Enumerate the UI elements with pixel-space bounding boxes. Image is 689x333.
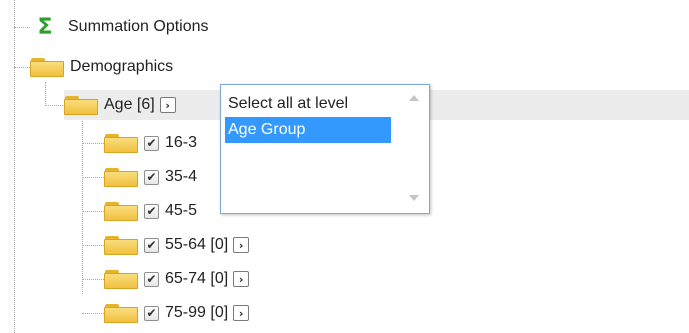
tree-node-age-group[interactable]: ✔ 45-5 — [104, 196, 197, 226]
folder-icon — [104, 269, 138, 289]
tree-connector-age-group-6 — [82, 313, 104, 314]
tree-connector-root — [14, 0, 15, 333]
sigma-icon: Σ — [37, 14, 53, 40]
folder-icon — [30, 57, 64, 77]
tree-node-age-group[interactable]: ✔ 16-3 — [104, 128, 197, 158]
age-group-label: 75-99 [0] — [165, 304, 229, 321]
option-age-group[interactable]: Age Group — [225, 117, 391, 143]
age-group-label: 35-4 — [165, 168, 198, 185]
tree-node-demographics[interactable]: Demographics — [30, 52, 173, 82]
tree-connector-age-group-5 — [82, 279, 104, 280]
level-options: Select all at level Age Group — [225, 91, 391, 143]
listbox-scrollbar[interactable] — [401, 87, 427, 211]
tree-connector-age-group-4 — [82, 245, 104, 246]
tree-connector-demographics-children — [45, 82, 46, 106]
age-group-checkbox[interactable]: ✔ — [144, 169, 159, 185]
expand-level-button[interactable]: › — [233, 305, 250, 321]
tree-connector-summation — [14, 27, 30, 28]
demographics-label: Demographics — [70, 58, 174, 75]
expand-level-button[interactable]: › — [233, 237, 250, 253]
folder-icon — [104, 133, 138, 153]
folder-icon — [104, 167, 138, 187]
age-group-label: 16-3 — [165, 134, 198, 151]
age-group-checkbox[interactable]: ✔ — [144, 305, 159, 321]
age-group-label: 65-74 [0] — [165, 270, 229, 287]
level-select-listbox[interactable]: Select all at level Age Group — [220, 84, 430, 214]
folder-icon — [104, 235, 138, 255]
folder-icon — [104, 201, 138, 221]
tree-node-age-group[interactable]: ✔ 65-74 [0] › — [104, 264, 250, 294]
scroll-up-arrow-icon[interactable] — [409, 95, 419, 101]
tree-connector-age-group-2 — [82, 177, 104, 178]
folder-icon — [104, 303, 138, 323]
age-group-label: 45-5 — [165, 202, 198, 219]
scroll-down-arrow-icon[interactable] — [409, 195, 419, 201]
option-select-all-at-level[interactable]: Select all at level — [225, 91, 391, 117]
folder-icon — [64, 95, 98, 115]
summation-options-label: Summation Options — [68, 18, 209, 35]
tree-node-age-group[interactable]: ✔ 35-4 — [104, 162, 197, 192]
tree-connector-age-children — [82, 118, 83, 294]
tree-node-age-group[interactable]: ✔ 55-64 [0] › — [104, 230, 250, 260]
tree-view: Σ Summation Options Demographics Age [6]… — [0, 0, 689, 333]
tree-connector-age-group-3 — [82, 211, 104, 212]
tree-connector-age — [45, 105, 65, 106]
age-group-checkbox[interactable]: ✔ — [144, 237, 159, 253]
tree-node-age-group[interactable]: ✔ 75-99 [0] › — [104, 298, 250, 328]
age-label: Age [6] — [104, 96, 155, 113]
expand-level-button[interactable]: › — [233, 271, 250, 287]
tree-connector-age-group-1 — [82, 143, 104, 144]
tree-node-summation-options[interactable]: Σ Summation Options — [34, 12, 209, 42]
age-group-checkbox[interactable]: ✔ — [144, 203, 159, 219]
age-group-checkbox[interactable]: ✔ — [144, 271, 159, 287]
age-group-checkbox[interactable]: ✔ — [144, 135, 159, 151]
tree-connector-demographics — [14, 67, 30, 68]
expand-level-button[interactable]: › — [159, 97, 176, 113]
age-group-label: 55-64 [0] — [165, 236, 229, 253]
